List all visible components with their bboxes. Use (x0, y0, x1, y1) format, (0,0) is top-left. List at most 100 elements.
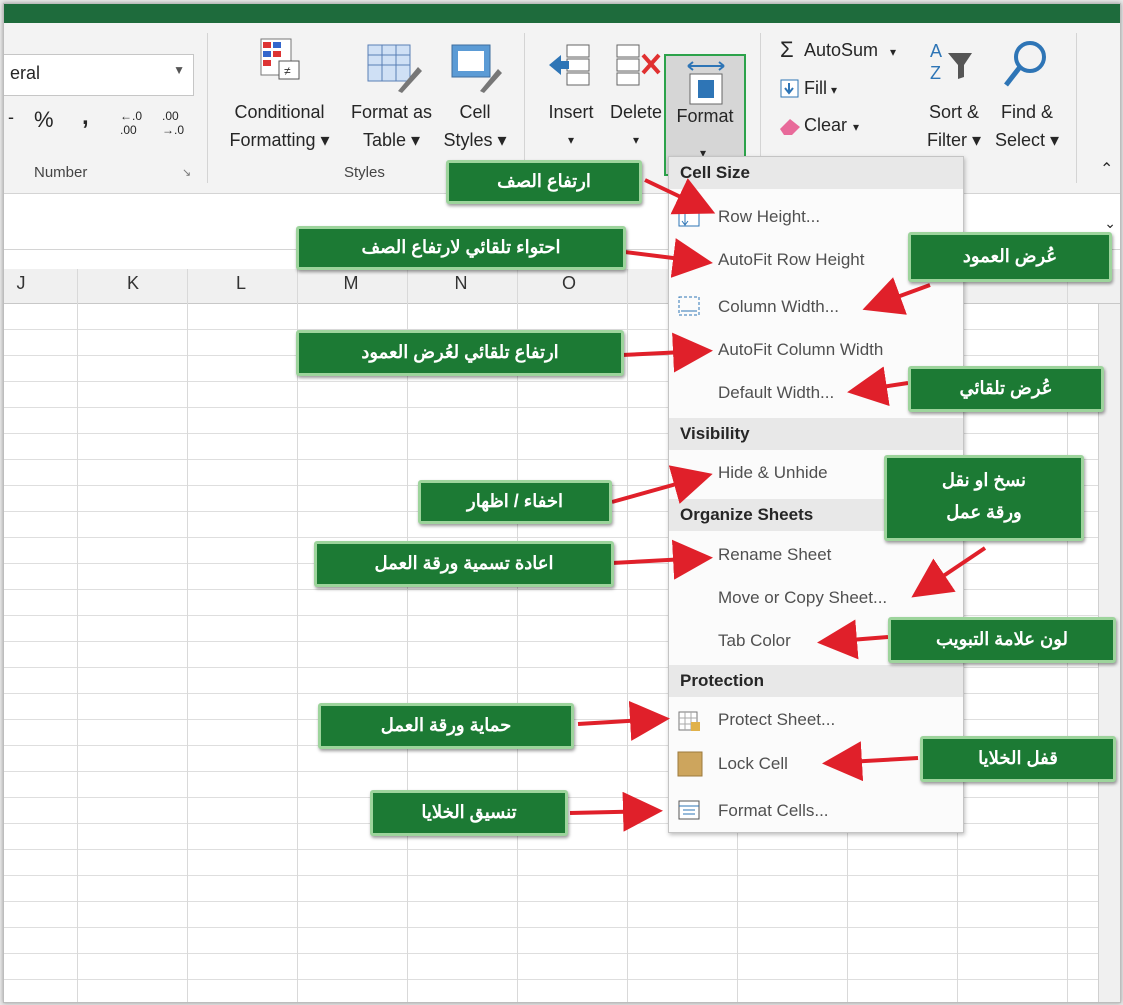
format-cells-icon (678, 800, 700, 820)
chevron-down-icon: ▾ (890, 45, 897, 59)
clear-label: Clear (804, 115, 848, 135)
conditional-formatting-button[interactable]: Conditional Formatting ▾ (222, 98, 337, 154)
chevron-down-icon: ▾ (831, 83, 838, 97)
cell-styles-label-2: Styles ▾ (443, 130, 507, 150)
callout-move-copy-line-1: نسخ او نقل (941, 470, 1027, 490)
cell-size-header: Cell Size (669, 157, 963, 189)
insert-cells-icon (549, 44, 590, 86)
column-header-l[interactable]: L (226, 273, 256, 294)
column-header-m[interactable]: M (336, 273, 366, 294)
clear-button[interactable]: Clear ▾ (804, 115, 859, 136)
callout-protect-sheet: حماية ورقة العمل (318, 703, 574, 749)
format-icon (687, 61, 725, 105)
column-divider (187, 269, 188, 1002)
conditional-formatting-label-2: Formatting ▾ (229, 130, 330, 150)
column-width-item[interactable]: Column Width... (718, 297, 839, 317)
cell-styles-button[interactable]: Cell Styles ▾ (440, 98, 510, 154)
column-divider (407, 269, 408, 1002)
callout-lock-cells: قفل الخلايا (920, 736, 1116, 782)
format-cells-item[interactable]: Format Cells... (718, 801, 829, 821)
tab-color-item[interactable]: Tab Color (718, 631, 791, 651)
find-select-label-2: Select ▾ (994, 130, 1060, 150)
fill-down-icon (780, 79, 799, 98)
fill-label: Fill (804, 78, 827, 98)
format-label: Format (676, 106, 734, 126)
svg-text:Z: Z (930, 63, 941, 83)
column-header-n[interactable]: N (446, 273, 476, 294)
magnifier-icon (1004, 41, 1046, 87)
title-bar (4, 4, 1120, 23)
delete-cells-icon (616, 44, 661, 86)
callout-autofit-column-width: ارتفاع تلقائي لعُرض العمود (296, 330, 624, 376)
styles-group-label: Styles (344, 164, 385, 181)
percent-style-button[interactable]: % (34, 107, 54, 133)
hide-unhide-item[interactable]: Hide & Unhide (718, 463, 828, 483)
insert-label: Insert (548, 102, 594, 122)
move-copy-sheet-item[interactable]: Move or Copy Sheet... (718, 588, 887, 608)
delete-button[interactable]: Delete ▾ (606, 98, 666, 154)
callout-move-copy-line-2: ورقة عمل (946, 502, 1022, 522)
visibility-header: Visibility (669, 418, 963, 450)
conditional-formatting-icon: ≠ (260, 38, 300, 80)
svg-text:A: A (930, 41, 942, 61)
comma-style-button[interactable]: , (82, 103, 89, 131)
delete-label: Delete (609, 102, 663, 122)
autosum-button[interactable]: AutoSum ▾ (804, 40, 896, 61)
chevron-down-icon: ▾ (567, 133, 575, 147)
autofit-column-width-item[interactable]: AutoFit Column Width (718, 340, 883, 360)
cell-styles-label-1: Cell (459, 102, 491, 122)
expand-formula-bar-icon[interactable]: ⌄ (1104, 215, 1116, 232)
callout-autofit-row-height: احتواء تلقائي لارتفاع الصف (296, 226, 626, 270)
fill-button[interactable]: Fill ▾ (804, 78, 837, 99)
svg-text:≠: ≠ (284, 64, 291, 78)
chevron-down-icon: ▾ (853, 120, 860, 134)
group-separator (1076, 33, 1077, 183)
lock-cell-icon (677, 751, 703, 777)
rename-sheet-item[interactable]: Rename Sheet (718, 545, 831, 565)
lock-cell-item[interactable]: Lock Cell (718, 754, 788, 774)
format-as-table-button[interactable]: Format as Table ▾ (344, 98, 439, 154)
group-separator (207, 33, 208, 183)
autofit-row-height-item[interactable]: AutoFit Row Height (718, 250, 864, 270)
sort-filter-label-1: Sort & (928, 102, 980, 122)
chevron-down-icon: ▼ (173, 63, 185, 77)
row-height-icon (678, 207, 700, 227)
autosum-label: AutoSum (804, 40, 879, 60)
column-header-j[interactable]: J (6, 273, 36, 294)
format-as-table-label-1: Format as (350, 102, 433, 122)
protection-header: Protection (669, 665, 963, 697)
column-divider (77, 269, 78, 1002)
callout-move-copy-sheet: نسخ او نقل ورقة عمل (884, 455, 1084, 541)
callout-rename-sheet: اعادة تسمية ورقة العمل (314, 541, 614, 587)
conditional-formatting-label-1: Conditional (234, 102, 325, 122)
column-header-k[interactable]: K (118, 273, 148, 294)
number-group-label: Number (34, 164, 88, 181)
accounting-format-button[interactable]: - (8, 107, 14, 128)
sigma-icon: Σ (780, 37, 794, 62)
increase-decimal-button[interactable]: ←.0.00 (120, 109, 142, 137)
number-format-dropdown[interactable]: eral ▼ (4, 54, 194, 96)
decrease-decimal-button[interactable]: .00 →.0 (162, 109, 184, 137)
sort-filter-label-2: Filter ▾ (926, 130, 982, 150)
callout-format-cells: تنسيق الخلايا (370, 790, 568, 836)
sort-az-icon: A Z (930, 41, 972, 83)
collapse-ribbon-icon[interactable]: ⌃ (1100, 159, 1113, 179)
protect-sheet-icon (678, 711, 700, 731)
default-width-item[interactable]: Default Width... (718, 383, 834, 403)
callout-tab-color: لون علامة التبويب (888, 617, 1116, 663)
format-as-table-label-2: Table ▾ (362, 130, 421, 150)
column-divider (517, 269, 518, 1002)
column-divider (627, 269, 628, 1002)
column-width-icon (678, 296, 700, 316)
number-format-value: eral (10, 63, 41, 83)
find-select-button[interactable]: Find & Select ▾ (986, 98, 1068, 154)
callout-default-width: عُرض تلقائي (908, 366, 1104, 412)
row-height-item[interactable]: Row Height... (718, 207, 820, 227)
insert-button[interactable]: Insert ▾ (542, 98, 600, 154)
callout-column-width: عُرض العمود (908, 232, 1112, 282)
protect-sheet-item[interactable]: Protect Sheet... (718, 710, 835, 730)
callout-row-height: ارتفاع الصف (446, 160, 642, 204)
dialog-launcher-icon[interactable]: ↘ (182, 166, 191, 179)
sort-filter-button[interactable]: Sort & Filter ▾ (914, 98, 994, 154)
column-header-o[interactable]: O (554, 273, 584, 294)
